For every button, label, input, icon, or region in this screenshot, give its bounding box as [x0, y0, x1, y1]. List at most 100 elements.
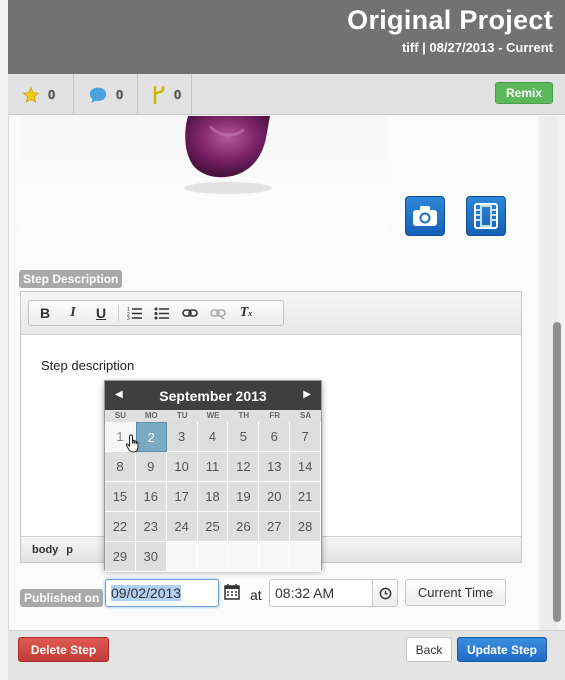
comment-icon [89, 87, 107, 103]
comments-stat[interactable]: 0 [74, 74, 138, 115]
datepicker-week-row: 8 9 10 11 12 13 14 [105, 452, 322, 482]
datepicker-day-10[interactable]: 10 [166, 452, 198, 482]
datepicker-empty-cell [197, 542, 229, 572]
step-description-label: Step Description [19, 270, 123, 288]
unlink-icon [210, 309, 226, 319]
italic-button[interactable]: I [62, 304, 84, 322]
bullet-list-icon [154, 307, 169, 320]
weekday-label: FR [269, 411, 281, 420]
weekday-label: WE [206, 411, 220, 420]
datepicker-day-26[interactable]: 26 [228, 512, 260, 542]
underline-button[interactable]: U [90, 304, 112, 322]
datepicker-day-18[interactable]: 18 [197, 482, 229, 512]
datepicker-day-17[interactable]: 17 [166, 482, 198, 512]
path-p[interactable]: p [66, 544, 73, 556]
datepicker-day-6[interactable]: 6 [259, 422, 291, 452]
time-picker-button[interactable] [372, 579, 398, 607]
weekday-label: TU [176, 411, 188, 420]
project-title: Original Project [347, 5, 553, 35]
datepicker-day-9[interactable]: 9 [135, 452, 167, 482]
datepicker-day-7[interactable]: 7 [290, 422, 322, 452]
datepicker-day-19[interactable]: 19 [228, 482, 260, 512]
publish-date-value: 09/02/2013 [111, 585, 182, 601]
weekday-label: MO [144, 411, 158, 420]
star-icon [22, 86, 40, 103]
weekday-label: TH [238, 411, 250, 420]
numbered-list-icon: 123 [127, 307, 142, 320]
datepicker-day-11[interactable]: 11 [197, 452, 229, 482]
project-header: Original Project tiff | 08/27/2013 - Cur… [8, 0, 565, 74]
datepicker-day-24[interactable]: 24 [166, 512, 198, 542]
datepicker-empty-cell [290, 542, 322, 572]
editor-body-text[interactable]: Step description [41, 358, 134, 373]
unlink-button[interactable] [207, 304, 229, 322]
datepicker-day-15[interactable]: 15 [105, 482, 136, 512]
step-image-crystal [184, 116, 272, 194]
datepicker-popup: ◀ September 2013 ▶ SU MO TU WE TH FR SA … [104, 380, 322, 572]
datepicker-week-row: 22 23 24 25 26 27 28 [105, 512, 322, 542]
stats-bar: 0 0 0 Remix [8, 74, 565, 115]
link-icon [182, 309, 198, 317]
numbered-list-button[interactable]: 123 [124, 304, 146, 322]
datepicker-day-27[interactable]: 27 [259, 512, 291, 542]
weekday-header-row: SU MO TU WE TH FR SA [105, 410, 321, 422]
datepicker-empty-cell [166, 542, 198, 572]
scrollbar-thumb[interactable] [553, 322, 561, 622]
datepicker-week-row: 29 30 [105, 542, 322, 572]
remixes-stat[interactable]: 0 [138, 74, 192, 115]
clock-icon [379, 587, 391, 599]
editor-toolbar-group: B I U 123 Tx [28, 300, 284, 326]
publish-time-input[interactable]: 08:32 AM [269, 579, 373, 607]
datepicker-day-25[interactable]: 25 [197, 512, 229, 542]
datepicker-day-21[interactable]: 21 [290, 482, 322, 512]
weekday-label: SU [114, 411, 126, 420]
bold-button[interactable]: B [34, 304, 56, 322]
project-subtitle: tiff | 08/27/2013 - Current [401, 40, 553, 55]
next-month-button[interactable]: ▶ [303, 389, 311, 400]
datepicker-day-29[interactable]: 29 [105, 542, 136, 572]
datepicker-day-12[interactable]: 12 [228, 452, 260, 482]
datepicker-day-20[interactable]: 20 [259, 482, 291, 512]
datepicker-day-3[interactable]: 3 [166, 422, 198, 452]
datepicker-day-8[interactable]: 8 [105, 452, 136, 482]
datepicker-day-16[interactable]: 16 [135, 482, 167, 512]
datepicker-day-13[interactable]: 13 [259, 452, 291, 482]
current-time-button[interactable]: Current Time [405, 579, 506, 606]
datepicker-day-23[interactable]: 23 [135, 512, 167, 542]
datepicker-header: ◀ September 2013 ▶ [105, 381, 321, 410]
update-step-button[interactable]: Update Step [457, 637, 547, 662]
hand-cursor-icon [126, 434, 139, 453]
editor-window: Original Project tiff | 08/27/2013 - Cur… [0, 0, 565, 680]
datepicker-week-row: 15 16 17 18 19 20 21 [105, 482, 322, 512]
favorites-stat[interactable]: 0 [8, 74, 74, 115]
datepicker-day-30[interactable]: 30 [135, 542, 167, 572]
datepicker-empty-cell [259, 542, 291, 572]
video-icon [474, 203, 498, 229]
calendar-icon[interactable] [223, 583, 241, 601]
datepicker-day-14[interactable]: 14 [290, 452, 322, 482]
svg-text:3: 3 [127, 316, 130, 320]
clear-format-button[interactable]: Tx [235, 304, 257, 322]
datepicker-day-4[interactable]: 4 [197, 422, 229, 452]
favorites-count: 0 [48, 87, 56, 102]
datepicker-day-22[interactable]: 22 [105, 512, 136, 542]
add-photo-button[interactable] [405, 196, 445, 236]
datepicker-day-5[interactable]: 5 [228, 422, 260, 452]
delete-step-button[interactable]: Delete Step [18, 637, 109, 662]
add-video-button[interactable] [466, 196, 506, 236]
editor-toolbar: B I U 123 Tx [21, 292, 521, 335]
datepicker-month-title: September 2013 [159, 388, 267, 404]
published-on-label: Published on [20, 589, 104, 607]
remix-button[interactable]: Remix [495, 82, 553, 104]
bullet-list-button[interactable] [151, 304, 173, 322]
comments-count: 0 [116, 87, 124, 102]
link-button[interactable] [179, 304, 201, 322]
datepicker-day-28[interactable]: 28 [290, 512, 322, 542]
weekday-label: SA [300, 411, 312, 420]
toolbar-divider [118, 305, 119, 321]
datepicker-empty-cell [228, 542, 260, 572]
back-button[interactable]: Back [406, 637, 452, 662]
publish-date-input[interactable]: 09/02/2013 [105, 579, 219, 607]
path-body[interactable]: body [32, 544, 58, 556]
camera-icon [413, 206, 437, 226]
